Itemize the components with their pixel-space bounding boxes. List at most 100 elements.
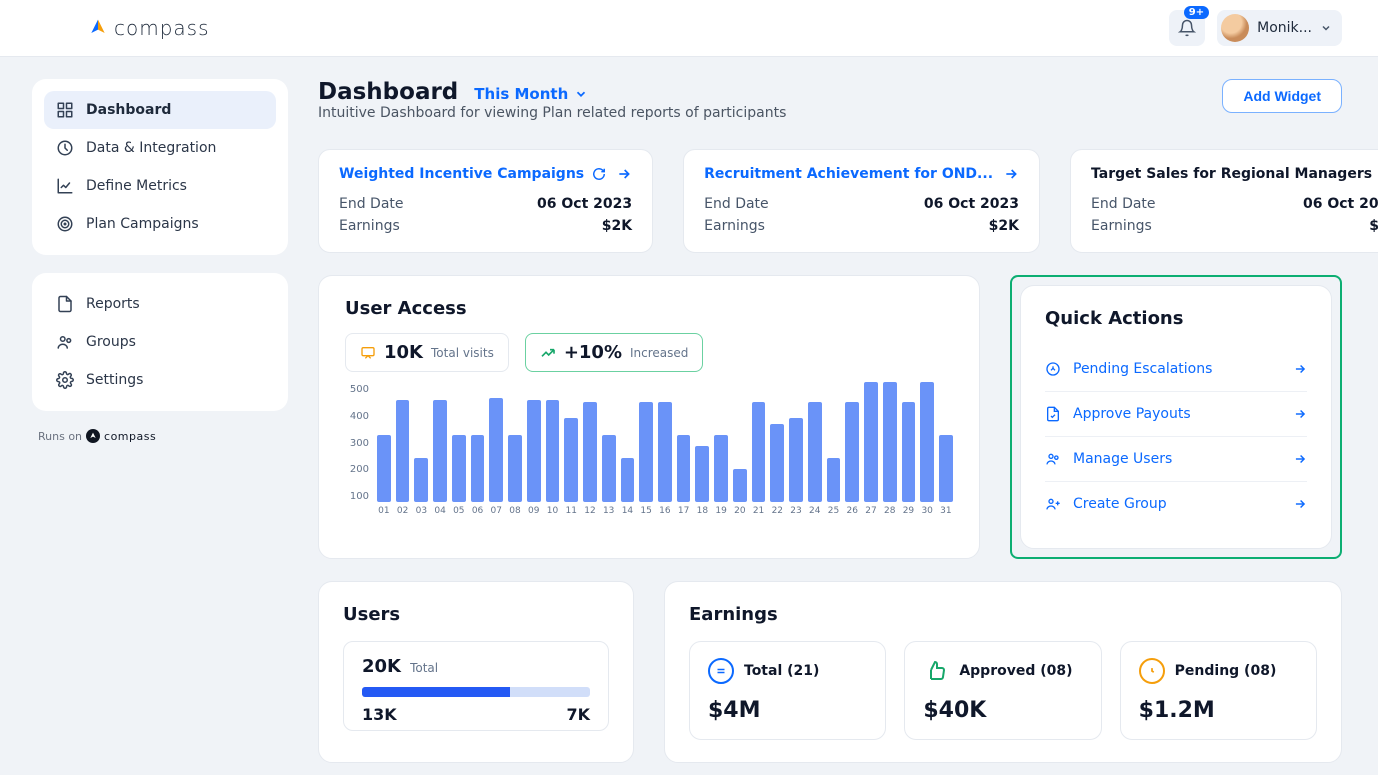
users-card: Users 20K Total 13K 7K bbox=[318, 581, 634, 763]
chart-bar bbox=[752, 402, 766, 502]
y-tick: 200 bbox=[345, 464, 369, 475]
kv-value: 06 Oct 2023 bbox=[1303, 196, 1378, 212]
chart-bar bbox=[602, 435, 616, 502]
users-progress-bar bbox=[362, 687, 590, 697]
chart-bar bbox=[808, 402, 822, 502]
brand-logo[interactable]: compass bbox=[88, 16, 210, 40]
sidebar-item-settings[interactable]: Settings bbox=[44, 361, 276, 399]
nav-group-2: ReportsGroupsSettings bbox=[32, 273, 288, 411]
chart-bar bbox=[770, 424, 784, 502]
earnings-blue: Total (21) $4M bbox=[689, 641, 886, 740]
increase-stat: +10% Increased bbox=[525, 333, 704, 372]
quick-action-label: Approve Payouts bbox=[1073, 406, 1191, 422]
kv-value: 06 Oct 2023 bbox=[537, 196, 632, 212]
payout-icon bbox=[1045, 406, 1061, 422]
earnings-amount: $1.2M bbox=[1139, 698, 1298, 723]
earnings-label: Total (21) bbox=[744, 663, 819, 679]
earnings-title: Earnings bbox=[689, 604, 1317, 625]
pending-icon bbox=[1139, 658, 1165, 684]
chart-bar bbox=[396, 400, 410, 502]
escalation-icon bbox=[1045, 361, 1061, 377]
equals-icon bbox=[715, 665, 727, 677]
campaign-card[interactable]: Target Sales for Regional Managers End D… bbox=[1070, 149, 1378, 253]
users-total-value: 20K bbox=[362, 656, 401, 677]
quick-actions-title: Quick Actions bbox=[1045, 308, 1307, 329]
arrow-right-icon bbox=[1293, 362, 1307, 376]
earnings-amount: $40K bbox=[923, 698, 1082, 723]
brand-name: compass bbox=[114, 16, 210, 40]
x-tick: 22 bbox=[770, 506, 784, 516]
campaign-cards-row: Weighted Incentive Campaigns End Date06 … bbox=[318, 149, 1342, 253]
quick-action-create-group[interactable]: Create Group bbox=[1045, 482, 1307, 526]
sidebar-item-label: Define Metrics bbox=[86, 178, 187, 194]
clock-icon bbox=[1145, 664, 1159, 678]
runs-on: Runs on compass bbox=[38, 429, 288, 443]
x-tick: 04 bbox=[433, 506, 447, 516]
chart-bar bbox=[864, 382, 878, 502]
sidebar-item-groups[interactable]: Groups bbox=[44, 323, 276, 361]
y-tick: 100 bbox=[345, 491, 369, 502]
quick-action-label: Create Group bbox=[1073, 496, 1167, 512]
x-tick: 09 bbox=[527, 506, 541, 516]
sidebar-item-define-metrics[interactable]: Define Metrics bbox=[44, 167, 276, 205]
chart-bar bbox=[452, 435, 466, 502]
earnings-label: Approved (08) bbox=[959, 663, 1072, 679]
add-widget-button[interactable]: Add Widget bbox=[1222, 79, 1342, 113]
total-visits-value: 10K bbox=[384, 342, 423, 363]
sidebar-item-reports[interactable]: Reports bbox=[44, 285, 276, 323]
earnings-green: Approved (08) $40K bbox=[904, 641, 1101, 740]
x-tick: 14 bbox=[621, 506, 635, 516]
metrics-icon bbox=[56, 177, 74, 195]
sidebar-item-plan-campaigns[interactable]: Plan Campaigns bbox=[44, 205, 276, 243]
refresh-icon bbox=[592, 167, 606, 181]
sidebar-item-label: Data & Integration bbox=[86, 140, 216, 156]
quick-action-label: Pending Escalations bbox=[1073, 361, 1212, 377]
x-tick: 15 bbox=[639, 506, 653, 516]
sidebar-item-data-integration[interactable]: Data & Integration bbox=[44, 129, 276, 167]
compass-logo-icon bbox=[88, 18, 108, 38]
total-visits-label: Total visits bbox=[431, 346, 494, 360]
chart-bar bbox=[658, 402, 672, 502]
chart-bar bbox=[433, 400, 447, 502]
campaign-card[interactable]: Weighted Incentive Campaigns End Date06 … bbox=[318, 149, 653, 253]
trend-up-icon bbox=[540, 345, 556, 361]
arrow-right-icon bbox=[1293, 497, 1307, 511]
campaign-card[interactable]: Recruitment Achievement for OND... End D… bbox=[683, 149, 1040, 253]
kv-value: 06 Oct 2023 bbox=[924, 196, 1019, 212]
notifications-button[interactable]: 9+ bbox=[1169, 10, 1205, 46]
quick-action-manage-users[interactable]: Manage Users bbox=[1045, 437, 1307, 482]
chart-bar bbox=[695, 446, 709, 502]
user-menu[interactable]: Monik... bbox=[1217, 10, 1342, 46]
y-tick: 300 bbox=[345, 438, 369, 449]
chevron-down-icon bbox=[1320, 22, 1332, 34]
x-tick: 08 bbox=[508, 506, 522, 516]
chart-bar bbox=[564, 418, 578, 502]
users-title: Users bbox=[343, 604, 609, 625]
sidebar-item-dashboard[interactable]: Dashboard bbox=[44, 91, 276, 129]
user-access-chart: 500400300200100 bbox=[345, 382, 953, 502]
x-tick: 21 bbox=[752, 506, 766, 516]
x-tick: 18 bbox=[695, 506, 709, 516]
nav-group-1: Dashboard Data & Integration Define Metric… bbox=[32, 79, 288, 255]
settings-icon bbox=[56, 371, 74, 389]
earnings-amount: $4M bbox=[708, 698, 867, 723]
kv-key: End Date bbox=[1091, 196, 1156, 212]
x-tick: 31 bbox=[939, 506, 953, 516]
sidebar-item-label: Plan Campaigns bbox=[86, 216, 199, 232]
chart-bar bbox=[714, 435, 728, 502]
x-tick: 26 bbox=[845, 506, 859, 516]
data-icon bbox=[56, 139, 74, 157]
x-tick: 03 bbox=[414, 506, 428, 516]
quick-action-approve-payouts[interactable]: Approve Payouts bbox=[1045, 392, 1307, 437]
chevron-down-icon bbox=[574, 87, 588, 101]
date-range-selector[interactable]: This Month bbox=[474, 85, 588, 103]
x-tick: 11 bbox=[564, 506, 578, 516]
x-tick: 24 bbox=[808, 506, 822, 516]
users-icon bbox=[1045, 451, 1061, 467]
x-tick: 20 bbox=[733, 506, 747, 516]
kv-value: $2K bbox=[989, 218, 1019, 234]
earnings-label: Pending (08) bbox=[1175, 663, 1277, 679]
chart-bar bbox=[489, 398, 503, 502]
kv-key: Earnings bbox=[704, 218, 765, 234]
quick-action-pending-escalations[interactable]: Pending Escalations bbox=[1045, 347, 1307, 392]
